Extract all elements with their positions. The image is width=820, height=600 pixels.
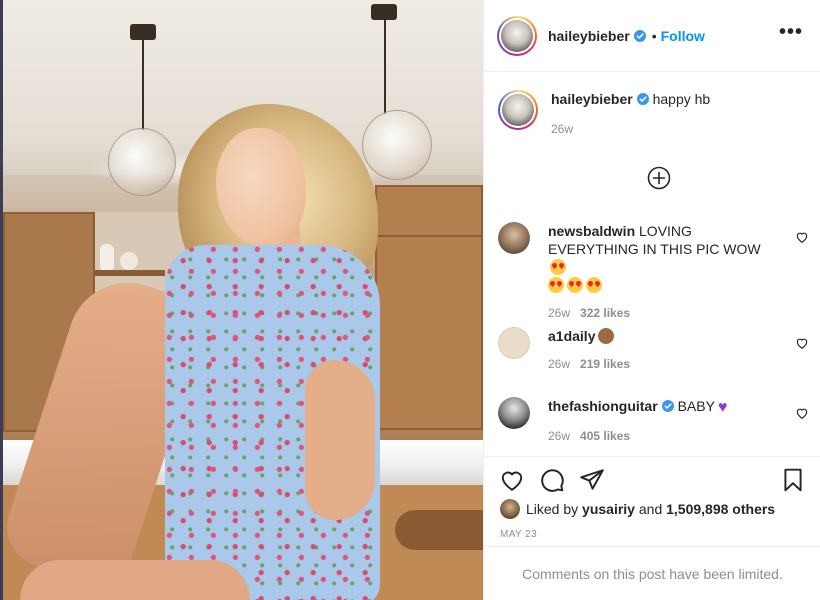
comment-meta: 26w 322 likes <box>548 306 778 320</box>
share-paper-plane-icon[interactable] <box>579 467 605 493</box>
purple-heart-emoji-icon: ♥ <box>717 399 728 416</box>
author-username[interactable]: haileybieber <box>548 28 630 44</box>
verified-badge-icon <box>633 29 646 42</box>
comments-limited-notice: Comments on this post have been limited. <box>484 546 820 600</box>
comment-time[interactable]: 26w <box>548 357 570 371</box>
comment-item: newsbaldwin LOVING EVERYTHING IN THIS PI… <box>498 222 778 320</box>
comment-item: a1daily 26w 219 likes <box>498 327 778 371</box>
load-more-comments-icon[interactable] <box>647 166 671 190</box>
like-comment-heart-icon[interactable] <box>795 406 809 420</box>
heart-eyes-emoji-icon <box>567 277 583 293</box>
comment-username[interactable]: newsbaldwin <box>548 223 635 239</box>
photo-edge <box>0 0 3 600</box>
photo-pendant-cord <box>142 30 144 130</box>
liker-username[interactable]: yusairiy <box>582 501 635 517</box>
photo-pendant-globe <box>108 128 176 196</box>
comment-time[interactable]: 26w <box>548 306 570 320</box>
post-photo[interactable] <box>0 0 483 600</box>
comment-likes[interactable]: 219 likes <box>580 357 630 371</box>
post-header: haileybieber • Follow ••• <box>484 0 820 72</box>
comment-text-line: a1daily <box>548 327 778 345</box>
comment-likes[interactable]: 405 likes <box>580 429 630 443</box>
likes-prefix: Liked by <box>526 501 579 517</box>
header-separator: • <box>651 27 657 44</box>
photo-stool <box>395 510 483 550</box>
likes-count[interactable]: 1,509,898 others <box>666 501 775 517</box>
comment-text: BABY <box>677 398 715 414</box>
photo-pendant-cord <box>384 14 386 114</box>
comment-avatar[interactable] <box>498 397 530 429</box>
photo-cabinet-right <box>375 185 483 430</box>
see-no-evil-monkey-emoji-icon <box>598 328 615 344</box>
photo-shelf <box>95 270 165 276</box>
caption-time[interactable]: 26w <box>551 122 573 136</box>
author-avatar[interactable] <box>497 15 537 56</box>
comment-bubble-icon[interactable] <box>539 467 565 493</box>
heart-eyes-emoji-icon <box>548 277 564 293</box>
comment-meta: 26w 219 likes <box>548 357 778 371</box>
like-comment-heart-icon[interactable] <box>795 336 809 350</box>
comment-username[interactable]: a1daily <box>548 328 595 344</box>
photo-pendant-cap <box>371 4 397 20</box>
save-bookmark-icon[interactable] <box>780 467 806 493</box>
caption-username[interactable]: haileybieber <box>551 91 633 107</box>
comment-meta: 26w 405 likes <box>548 429 778 443</box>
heart-eyes-emoji-icon <box>550 259 566 275</box>
comment-text-line: thefashionguitar BABY ♥ <box>548 397 778 417</box>
comment-likes[interactable]: 322 likes <box>580 306 630 320</box>
liker-avatar[interactable] <box>500 499 520 519</box>
photo-dress-cutout <box>305 360 375 520</box>
post-side-panel: haileybieber • Follow ••• haileybieber h… <box>483 0 820 600</box>
photo-vase <box>100 244 114 270</box>
verified-badge-icon <box>636 93 649 105</box>
photo-cabinet-line <box>375 235 483 237</box>
comment-username[interactable]: thefashionguitar <box>548 398 658 414</box>
comment-text-line: newsbaldwin LOVING EVERYTHING IN THIS PI… <box>548 222 778 294</box>
post-date[interactable]: MAY 23 <box>500 529 537 540</box>
heart-eyes-emoji-icon <box>586 277 602 293</box>
more-options-icon[interactable]: ••• <box>779 22 803 42</box>
photo-leg <box>20 560 250 600</box>
photo-vase <box>120 252 138 270</box>
follow-button[interactable]: Follow <box>661 28 705 44</box>
post-actions: Liked by yusairiy and 1,509,898 others M… <box>484 456 820 546</box>
comment-avatar[interactable] <box>498 222 530 254</box>
like-heart-icon[interactable] <box>499 467 525 493</box>
photo-pendant-cap <box>130 24 156 40</box>
caption-row: haileybieber happy hb 26w <box>498 90 781 136</box>
verified-badge-icon <box>661 400 674 412</box>
likes-middle: and <box>638 501 663 517</box>
photo-pendant-globe <box>362 110 432 180</box>
like-comment-heart-icon[interactable] <box>795 230 809 244</box>
comment-item: thefashionguitar BABY ♥ 26w 405 likes <box>498 397 778 443</box>
caption-text: happy hb <box>652 91 711 107</box>
likes-summary: Liked by yusairiy and 1,509,898 others <box>500 499 775 519</box>
caption-text-line: haileybieber happy hb <box>551 90 781 108</box>
caption-meta: 26w <box>551 122 781 136</box>
comments-limited-text: Comments on this post have been limited. <box>522 565 783 582</box>
comments-section[interactable]: haileybieber happy hb 26w newsbaldwin LO… <box>484 72 820 456</box>
comment-avatar[interactable] <box>498 327 530 359</box>
comment-time[interactable]: 26w <box>548 429 570 443</box>
caption-avatar[interactable] <box>498 90 538 130</box>
